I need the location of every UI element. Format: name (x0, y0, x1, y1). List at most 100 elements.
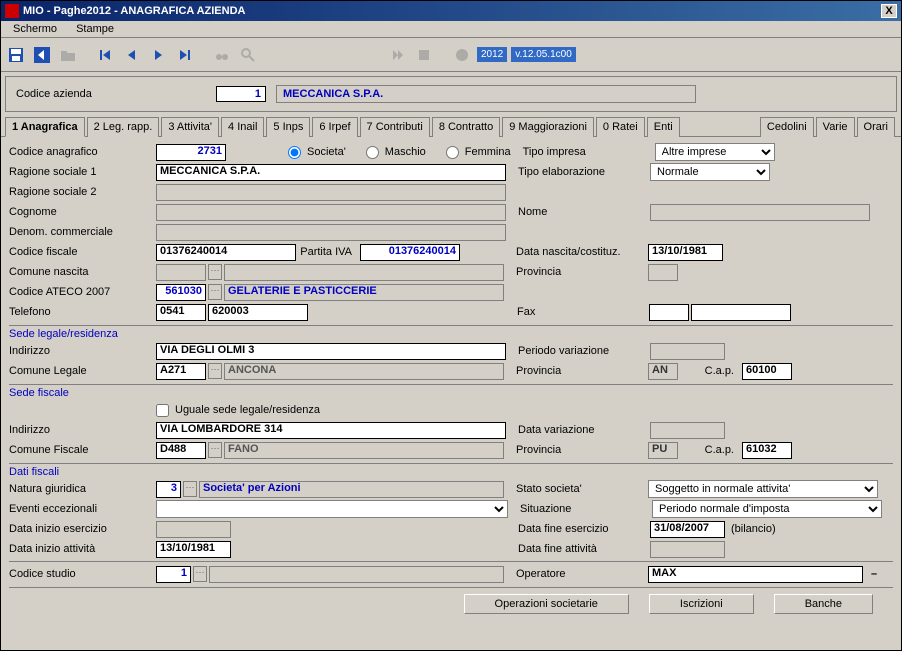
header-row: Codice azienda 1 MECCANICA S.P.A. (5, 76, 897, 112)
dati-fiscali-header: Dati fiscali (9, 463, 893, 478)
com-nasc-lookup-icon[interactable]: ⋯ (208, 264, 222, 280)
tipo-elab-label: Tipo elaborazione (518, 166, 648, 178)
tel-pre-input[interactable]: 0541 (156, 304, 206, 321)
situazione-select[interactable]: Periodo normale d'imposta (652, 500, 882, 518)
tab-irpef[interactable]: 6 Irpef (312, 117, 357, 137)
stop-icon[interactable] (413, 44, 435, 66)
cognome-label: Cognome (9, 206, 154, 218)
tel-num-input[interactable]: 620003 (208, 304, 308, 321)
sf-com-name: FANO (224, 442, 504, 459)
radio-societa[interactable] (288, 146, 301, 159)
tab-cedolini[interactable]: Cedolini (760, 117, 814, 137)
codice-azienda-input[interactable]: 1 (216, 86, 266, 102)
sf-ind-input[interactable]: VIA LOMBARDORE 314 (156, 422, 506, 439)
globe-icon[interactable] (451, 44, 473, 66)
tab-contributi[interactable]: 7 Contributi (360, 117, 430, 137)
banche-button[interactable]: Banche (774, 594, 873, 614)
sl-com-lookup-icon[interactable]: ⋯ (208, 363, 222, 379)
sl-com-code-input[interactable]: A271 (156, 363, 206, 380)
sf-prov-label: Provincia (516, 444, 646, 456)
tab-inail[interactable]: 4 Inail (221, 117, 264, 137)
folder-icon[interactable] (57, 44, 79, 66)
tab-leg-rapp[interactable]: 2 Leg. rapp. (87, 117, 160, 137)
zoom-icon[interactable] (237, 44, 259, 66)
radio-maschio[interactable] (366, 146, 379, 159)
iscrizioni-button[interactable]: Iscrizioni (649, 594, 754, 614)
sl-ind-label: Indirizzo (9, 345, 154, 357)
piva-input[interactable]: 01376240014 (360, 244, 460, 261)
ateco-input[interactable]: 561030 (156, 284, 206, 301)
next-icon[interactable] (147, 44, 169, 66)
radio-femmina[interactable] (446, 146, 459, 159)
minus-icon[interactable]: – (871, 568, 877, 580)
cognome-input[interactable] (156, 204, 506, 221)
sf-datavar-input[interactable] (650, 422, 725, 439)
inizio-es-input[interactable] (156, 521, 231, 538)
eventi-select[interactable] (156, 500, 508, 518)
com-nasc-input[interactable] (156, 264, 206, 281)
operatore-label: Operatore (516, 568, 646, 580)
nome-input[interactable] (650, 204, 870, 221)
tab-inps[interactable]: 5 Inps (266, 117, 310, 137)
rag2-input[interactable] (156, 184, 506, 201)
sf-com-lookup-icon[interactable]: ⋯ (208, 442, 222, 458)
situazione-label: Situazione (520, 503, 650, 515)
titlebar: MIO - Paghe2012 - ANAGRAFICA AZIENDA X (1, 1, 901, 21)
sl-prov-input: AN (648, 363, 678, 380)
tab-enti[interactable]: Enti (647, 117, 680, 137)
inizio-att-input[interactable]: 13/10/1981 (156, 541, 231, 558)
sl-periodo-label: Periodo variazione (518, 345, 648, 357)
sl-periodo-input[interactable] (650, 343, 725, 360)
tab-ratei[interactable]: 0 Ratei (596, 117, 645, 137)
menu-stampe[interactable]: Stampe (68, 21, 122, 37)
sl-cap-input[interactable]: 60100 (742, 363, 792, 380)
binoculars-icon[interactable] (211, 44, 233, 66)
com-nasc-label: Comune nascita (9, 266, 154, 278)
data-nasc-input[interactable]: 13/10/1981 (648, 244, 723, 261)
natura-code-input[interactable]: 3 (156, 481, 181, 498)
last-icon[interactable] (173, 44, 195, 66)
codice-anag-input[interactable]: 2731 (156, 144, 226, 161)
tabs: 1 Anagrafica 2 Leg. rapp. 3 Attivita' 4 … (1, 116, 901, 137)
tab-maggiorazioni[interactable]: 9 Maggiorazioni (502, 117, 594, 137)
back-icon[interactable] (31, 44, 53, 66)
tab-orari[interactable]: Orari (857, 117, 895, 137)
studio-lookup-icon[interactable]: ⋯ (193, 566, 207, 582)
fax-pre-input[interactable] (649, 304, 689, 321)
sl-com-label: Comune Legale (9, 365, 154, 377)
tab-contratto[interactable]: 8 Contratto (432, 117, 500, 137)
tab-varie[interactable]: Varie (816, 117, 855, 137)
toolbar: 2012 v.12.05.1c00 (1, 38, 901, 72)
op-societarie-button[interactable]: Operazioni societarie (464, 594, 629, 614)
natura-desc: Societa' per Azioni (199, 481, 504, 498)
prov-input[interactable] (648, 264, 678, 281)
fine-es-input[interactable]: 31/08/2007 (650, 521, 725, 538)
ateco-lookup-icon[interactable]: ⋯ (208, 284, 222, 300)
menu-schermo[interactable]: Schermo (5, 21, 65, 37)
uguale-checkbox[interactable] (156, 404, 169, 417)
tab-anagrafica[interactable]: 1 Anagrafica (5, 117, 85, 137)
prov-label: Provincia (516, 266, 646, 278)
denom-input[interactable] (156, 224, 506, 241)
rag1-input[interactable]: MECCANICA S.P.A. (156, 164, 506, 181)
skip-icon[interactable] (387, 44, 409, 66)
cf-input[interactable]: 01376240014 (156, 244, 296, 261)
close-button[interactable]: X (881, 4, 897, 18)
first-icon[interactable] (95, 44, 117, 66)
save-icon[interactable] (5, 44, 27, 66)
operatore-input[interactable]: MAX (648, 566, 863, 583)
fax-num-input[interactable] (691, 304, 791, 321)
stato-select[interactable]: Soggetto in normale attivita' (648, 480, 878, 498)
tipo-impresa-select[interactable]: Altre imprese (655, 143, 775, 161)
sf-cap-input[interactable]: 61032 (742, 442, 792, 459)
fine-att-input[interactable] (650, 541, 725, 558)
tipo-elab-select[interactable]: Normale (650, 163, 770, 181)
prev-icon[interactable] (121, 44, 143, 66)
sf-com-label: Comune Fiscale (9, 444, 154, 456)
studio-code-input[interactable]: 1 (156, 566, 191, 583)
natura-lookup-icon[interactable]: ⋯ (183, 481, 197, 497)
sl-ind-input[interactable]: VIA DEGLI OLMI 3 (156, 343, 506, 360)
stato-label: Stato societa' (516, 483, 646, 495)
sf-com-code-input[interactable]: D488 (156, 442, 206, 459)
tab-attivita[interactable]: 3 Attivita' (161, 117, 219, 137)
